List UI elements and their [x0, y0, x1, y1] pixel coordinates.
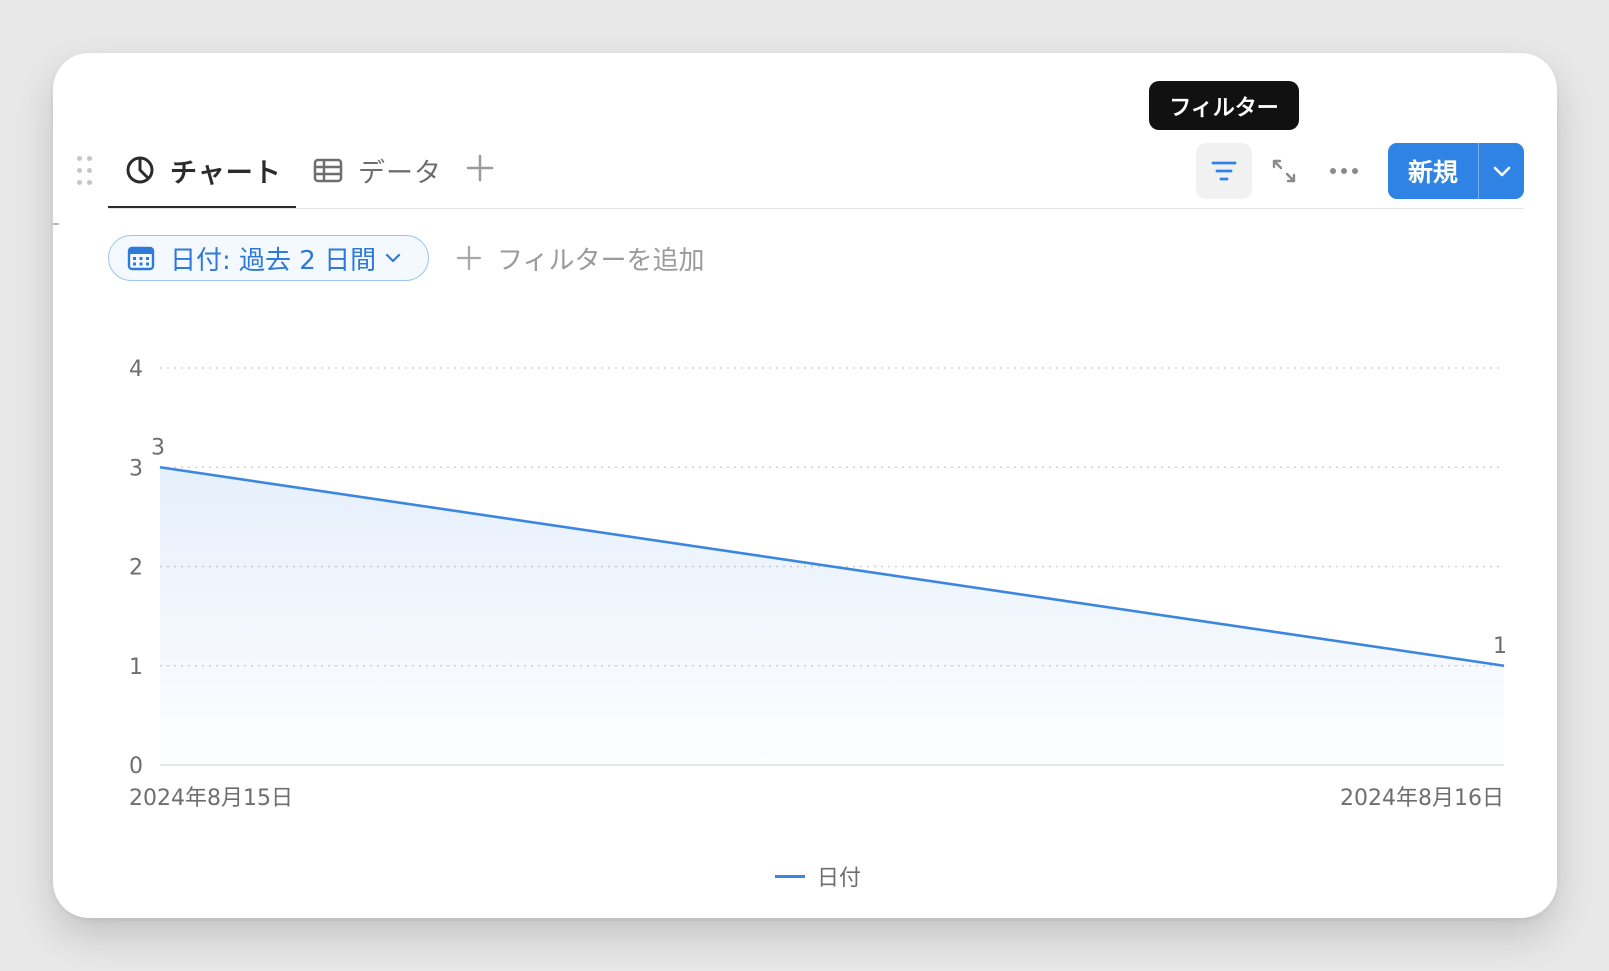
y-tick-label: 3 — [129, 456, 143, 481]
x-tick-label: 2024年8月16日 — [1340, 786, 1504, 811]
y-tick-label: 4 — [129, 357, 143, 382]
y-tick-label: 0 — [129, 754, 143, 779]
series-area — [160, 467, 1504, 765]
chart-legend: 日付 — [775, 860, 861, 892]
line-chart: 0 1 2 3 4 3 1 2024年8月15日 2024年8月16日 — [129, 357, 1507, 811]
data-label: 3 — [151, 435, 165, 460]
data-label: 1 — [1493, 634, 1507, 659]
y-tick-label: 2 — [129, 556, 143, 581]
legend-swatch — [775, 874, 805, 878]
x-tick-label: 2024年8月15日 — [129, 786, 293, 811]
legend-label: 日付 — [817, 866, 862, 891]
y-tick-label: 1 — [129, 655, 143, 680]
